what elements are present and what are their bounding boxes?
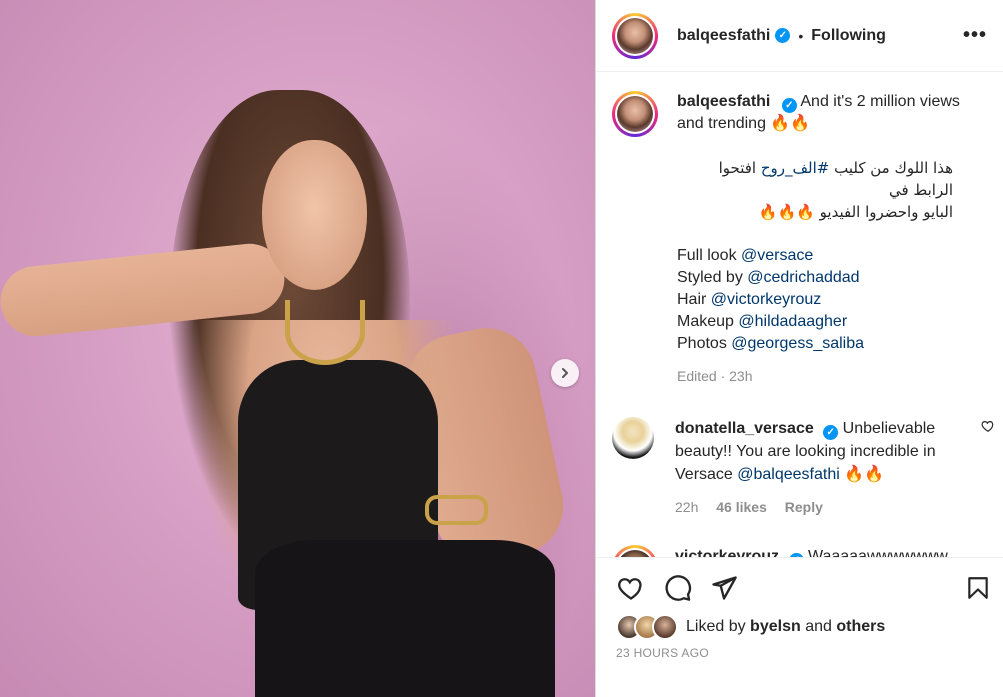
comment-icon[interactable] bbox=[664, 574, 692, 602]
mention-link[interactable]: @victorkeyrouz bbox=[711, 291, 822, 308]
verified-badge-icon: ✓ bbox=[775, 28, 791, 43]
credit-line: Styled by @cedrichaddad bbox=[677, 267, 967, 289]
edited-time: Edited · 23h bbox=[677, 368, 753, 384]
bookmark-icon[interactable] bbox=[965, 574, 991, 602]
post-header: balqeesfathi ✓ • Following ••• bbox=[596, 0, 1003, 72]
reply-button[interactable]: Reply bbox=[785, 499, 823, 515]
separator-dot: • bbox=[798, 27, 804, 44]
caption-avatar[interactable] bbox=[612, 91, 658, 137]
arabic-text: البايو واحضروا الفيديو 🔥🔥🔥 bbox=[758, 203, 953, 221]
liked-by-prefix: Liked by bbox=[686, 618, 746, 635]
commenter-avatar[interactable] bbox=[612, 545, 658, 557]
mention-link[interactable]: @versace bbox=[741, 247, 813, 264]
comment-emoji: 🔥🔥 bbox=[844, 466, 885, 483]
comment: victorkeyrouz ✓ Waaaaawwwwwww🔥 🔥🔥🔥 bbox=[596, 545, 1003, 557]
heart-icon[interactable] bbox=[616, 574, 646, 602]
hashtag-link[interactable]: #الف_روح bbox=[761, 159, 830, 177]
next-image-button[interactable] bbox=[551, 359, 579, 387]
caption-arabic: هذا اللوك من كليب #الف_روح افتحوا الرابط… bbox=[677, 157, 953, 223]
credit-line: Makeup @hildadaagher bbox=[677, 311, 967, 333]
comments-scroll-area[interactable]: balqeesfathi ✓ And it's 2 million views … bbox=[596, 73, 1003, 557]
photo-pants bbox=[255, 540, 555, 697]
more-options-icon[interactable]: ••• bbox=[963, 24, 987, 47]
credit-label: Photos bbox=[677, 335, 727, 352]
liked-by-user[interactable]: byelsn bbox=[750, 618, 801, 636]
author-username[interactable]: balqeesfathi bbox=[677, 27, 770, 45]
mention-link[interactable]: @georgess_saliba bbox=[731, 335, 864, 352]
mention-link[interactable]: @cedrichaddad bbox=[747, 269, 859, 286]
commenter-avatar[interactable] bbox=[612, 417, 654, 459]
post-details-panel: balqeesfathi ✓ • Following ••• balqeesfa… bbox=[595, 0, 1003, 697]
mention-link[interactable]: @balqeesfathi bbox=[737, 466, 840, 483]
liker-avatars[interactable] bbox=[616, 614, 678, 640]
arabic-text: هذا اللوك من كليب bbox=[829, 159, 953, 177]
comment-heart-icon[interactable] bbox=[981, 419, 995, 433]
comment-time: 22h bbox=[675, 499, 699, 515]
credit-label: Makeup bbox=[677, 313, 734, 330]
liked-by: Liked by byelsn and others bbox=[596, 602, 1003, 640]
credit-label: Styled by bbox=[677, 269, 743, 286]
commenter-username[interactable]: victorkeyrouz bbox=[675, 548, 779, 557]
caption-username[interactable]: balqeesfathi bbox=[677, 93, 770, 110]
post-caption: balqeesfathi ✓ And it's 2 million views … bbox=[596, 73, 1003, 387]
liked-others[interactable]: others bbox=[836, 618, 885, 636]
verified-badge-icon: ✓ bbox=[781, 98, 797, 113]
following-button[interactable]: Following bbox=[811, 27, 886, 45]
credits-list: Full look @versace Styled by @cedrichadd… bbox=[677, 245, 967, 355]
post-actions: Liked by byelsn and others 23 HOURS AGO bbox=[596, 557, 1003, 697]
post-timestamp[interactable]: 23 HOURS AGO bbox=[596, 640, 1003, 666]
share-icon[interactable] bbox=[710, 574, 738, 602]
credit-line: Full look @versace bbox=[677, 245, 967, 267]
comment: donatella_versace ✓ Unbelievable beauty!… bbox=[596, 417, 1003, 519]
verified-badge-icon: ✓ bbox=[823, 425, 839, 440]
mention-link[interactable]: @hildadaagher bbox=[738, 313, 847, 330]
comment-likes[interactable]: 46 likes bbox=[716, 499, 767, 515]
credit-line: Hair @victorkeyrouz bbox=[677, 289, 967, 311]
author-avatar[interactable] bbox=[612, 12, 658, 59]
commenter-username[interactable]: donatella_versace bbox=[675, 420, 814, 437]
photo-bracelet bbox=[425, 495, 488, 525]
credit-label: Hair bbox=[677, 291, 707, 308]
post-photo[interactable] bbox=[0, 0, 595, 697]
photo-face bbox=[262, 140, 367, 290]
credit-label: Full look bbox=[677, 247, 737, 264]
credit-line: Photos @georgess_saliba bbox=[677, 333, 967, 355]
chevron-right-icon bbox=[562, 368, 568, 378]
photo-necklace bbox=[285, 300, 365, 365]
liked-and: and bbox=[805, 618, 832, 635]
caption-emoji: 🔥🔥 bbox=[770, 115, 811, 132]
